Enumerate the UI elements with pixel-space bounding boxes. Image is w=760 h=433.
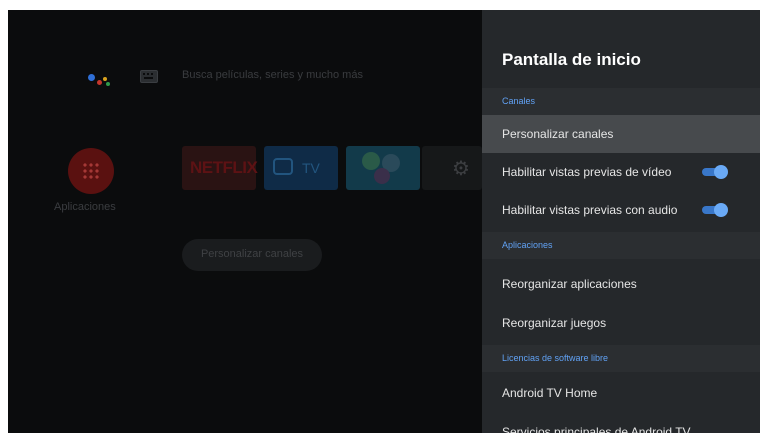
item-audio-previews[interactable]: Habilitar vistas previas con audio — [482, 191, 760, 229]
audio-previews-toggle[interactable] — [700, 203, 728, 217]
video-previews-toggle[interactable] — [700, 165, 728, 179]
google-assistant-icon[interactable] — [84, 66, 114, 88]
item-reorder-apps[interactable]: Reorganizar aplicaciones — [482, 265, 760, 303]
section-header-channels: Canales — [482, 88, 760, 115]
item-customize-channels[interactable]: Personalizar canales — [482, 115, 760, 153]
apps-grid-icon — [82, 162, 100, 180]
section-label: Licencias de software libre — [502, 353, 609, 363]
game-app-tile[interactable] — [346, 146, 420, 190]
settings-tile[interactable]: ⚙ — [422, 146, 482, 190]
customize-channels-pill[interactable]: Personalizar canales — [182, 239, 322, 271]
panel-title: Pantalla de inicio — [502, 50, 641, 69]
section-label: Aplicaciones — [502, 240, 553, 250]
item-reorder-games[interactable]: Reorganizar juegos — [482, 304, 760, 342]
item-android-tv-home[interactable]: Android TV Home — [482, 374, 760, 412]
home-screen-dimmed: Busca películas, series y mucho más Apli… — [8, 10, 482, 433]
home-screen-settings-panel: Pantalla de inicio Canales Personalizar … — [482, 10, 760, 433]
netflix-tile[interactable]: NETFLIX — [182, 146, 258, 190]
item-label: Personalizar canales — [502, 127, 614, 141]
item-video-previews[interactable]: Habilitar vistas previas de vídeo — [482, 153, 760, 191]
tv-label: TV — [302, 160, 320, 176]
apps-label: Aplicaciones — [54, 201, 116, 213]
search-hint[interactable]: Busca películas, series y mucho más — [182, 69, 363, 81]
live-tv-tile[interactable]: TV — [264, 146, 338, 190]
section-label: Canales — [502, 96, 536, 106]
item-label: Android TV Home — [502, 386, 598, 400]
item-label: Habilitar vistas previas con audio — [502, 203, 678, 217]
item-label: Reorganizar aplicaciones — [502, 277, 637, 291]
section-header-licenses: Licencias de software libre — [482, 345, 760, 372]
tv-icon — [273, 158, 293, 175]
item-label: Servicios principales de Android TV — [502, 425, 691, 433]
section-header-apps: Aplicaciones — [482, 232, 760, 259]
apps-button[interactable] — [68, 148, 114, 194]
screen-frame: Busca películas, series y mucho más Apli… — [8, 10, 760, 433]
item-label: Reorganizar juegos — [502, 316, 607, 330]
customize-channels-pill-label: Personalizar canales — [200, 248, 304, 260]
netflix-logo: NETFLIX — [190, 158, 258, 177]
item-core-services[interactable]: Servicios principales de Android TV — [482, 413, 760, 433]
settings-gear-icon: ⚙ — [452, 158, 470, 180]
item-label: Habilitar vistas previas de vídeo — [502, 165, 672, 179]
keyboard-icon[interactable] — [140, 70, 158, 83]
